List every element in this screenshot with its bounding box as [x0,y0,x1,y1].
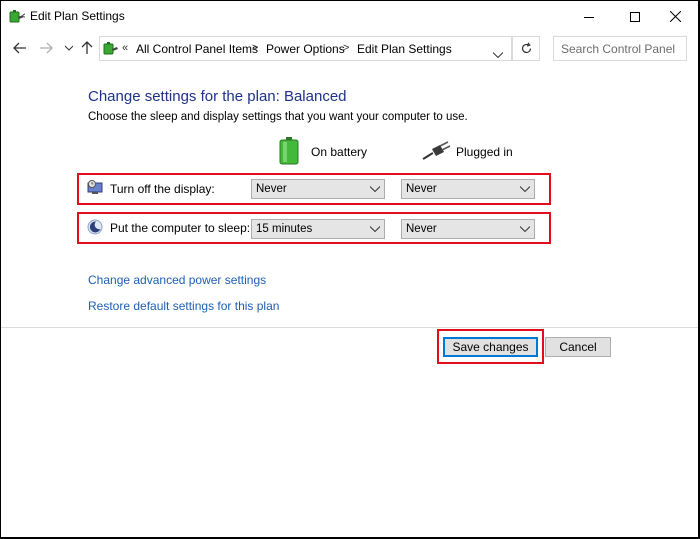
breadcrumb-separator[interactable]: > [252,42,258,54]
close-button[interactable] [652,1,698,32]
refresh-icon [521,42,531,54]
up-arrow-icon[interactable] [79,40,95,56]
save-changes-button[interactable]: Save changes [443,337,538,357]
restore-default-settings-link[interactable]: Restore default settings for this plan [88,299,279,313]
battery-icon [279,137,299,170]
change-advanced-power-settings-link[interactable]: Change advanced power settings [88,273,266,287]
sleep-on-battery-select[interactable]: 15 minutes [251,219,385,239]
sleep-plugged-in-value: Never [406,223,437,235]
breadcrumb-edit-plan-settings[interactable]: Edit Plan Settings [357,42,452,56]
display-on-battery-select[interactable]: Never [251,179,385,199]
breadcrumb-all-control-panel-items[interactable]: All Control Panel Items [136,42,258,56]
display-on-battery-value: Never [256,183,287,195]
cancel-button[interactable]: Cancel [545,337,611,357]
power-plug-icon [421,141,451,166]
chevron-down-icon [519,223,531,235]
sleep-label: Put the computer to sleep: [110,221,251,235]
breadcrumb-separator[interactable]: > [343,42,349,54]
minimize-button[interactable] [566,1,612,32]
display-plugged-in-value: Never [406,183,437,195]
refresh-button[interactable] [512,36,540,61]
breadcrumb-overflow[interactable]: « [122,42,128,54]
power-options-icon [103,40,119,61]
forward-arrow-icon[interactable] [38,40,54,56]
plugged-in-column-label: Plugged in [456,145,513,159]
display-icon [87,180,103,201]
back-arrow-icon[interactable] [12,40,28,56]
divider [1,327,698,328]
address-dropdown-chevron-icon[interactable] [492,45,504,63]
edit-plan-settings-window: Edit Plan Settings « All Control Panel I… [1,1,698,537]
chevron-down-icon [369,223,381,235]
address-bar[interactable]: « All Control Panel Items > Power Option… [99,36,512,61]
search-input[interactable]: Search Control Panel [553,36,687,61]
turn-off-display-label: Turn off the display: [110,182,215,196]
power-options-icon [9,8,26,29]
display-plugged-in-select[interactable]: Never [401,179,535,199]
chevron-down-icon [519,183,531,195]
recent-locations-chevron-icon[interactable] [61,40,77,56]
page-title: Change settings for the plan: Balanced [88,88,347,105]
window-title: Edit Plan Settings [30,9,125,23]
breadcrumb-power-options[interactable]: Power Options [266,42,345,56]
page-description: Choose the sleep and display settings th… [88,111,468,123]
sleep-on-battery-value: 15 minutes [256,223,313,235]
sleep-plugged-in-select[interactable]: Never [401,219,535,239]
chevron-down-icon [369,183,381,195]
navigation-bar: « All Control Panel Items > Power Option… [1,32,698,66]
title-bar: Edit Plan Settings [1,1,698,32]
on-battery-column-label: On battery [311,145,368,159]
sleep-moon-icon [87,219,103,240]
